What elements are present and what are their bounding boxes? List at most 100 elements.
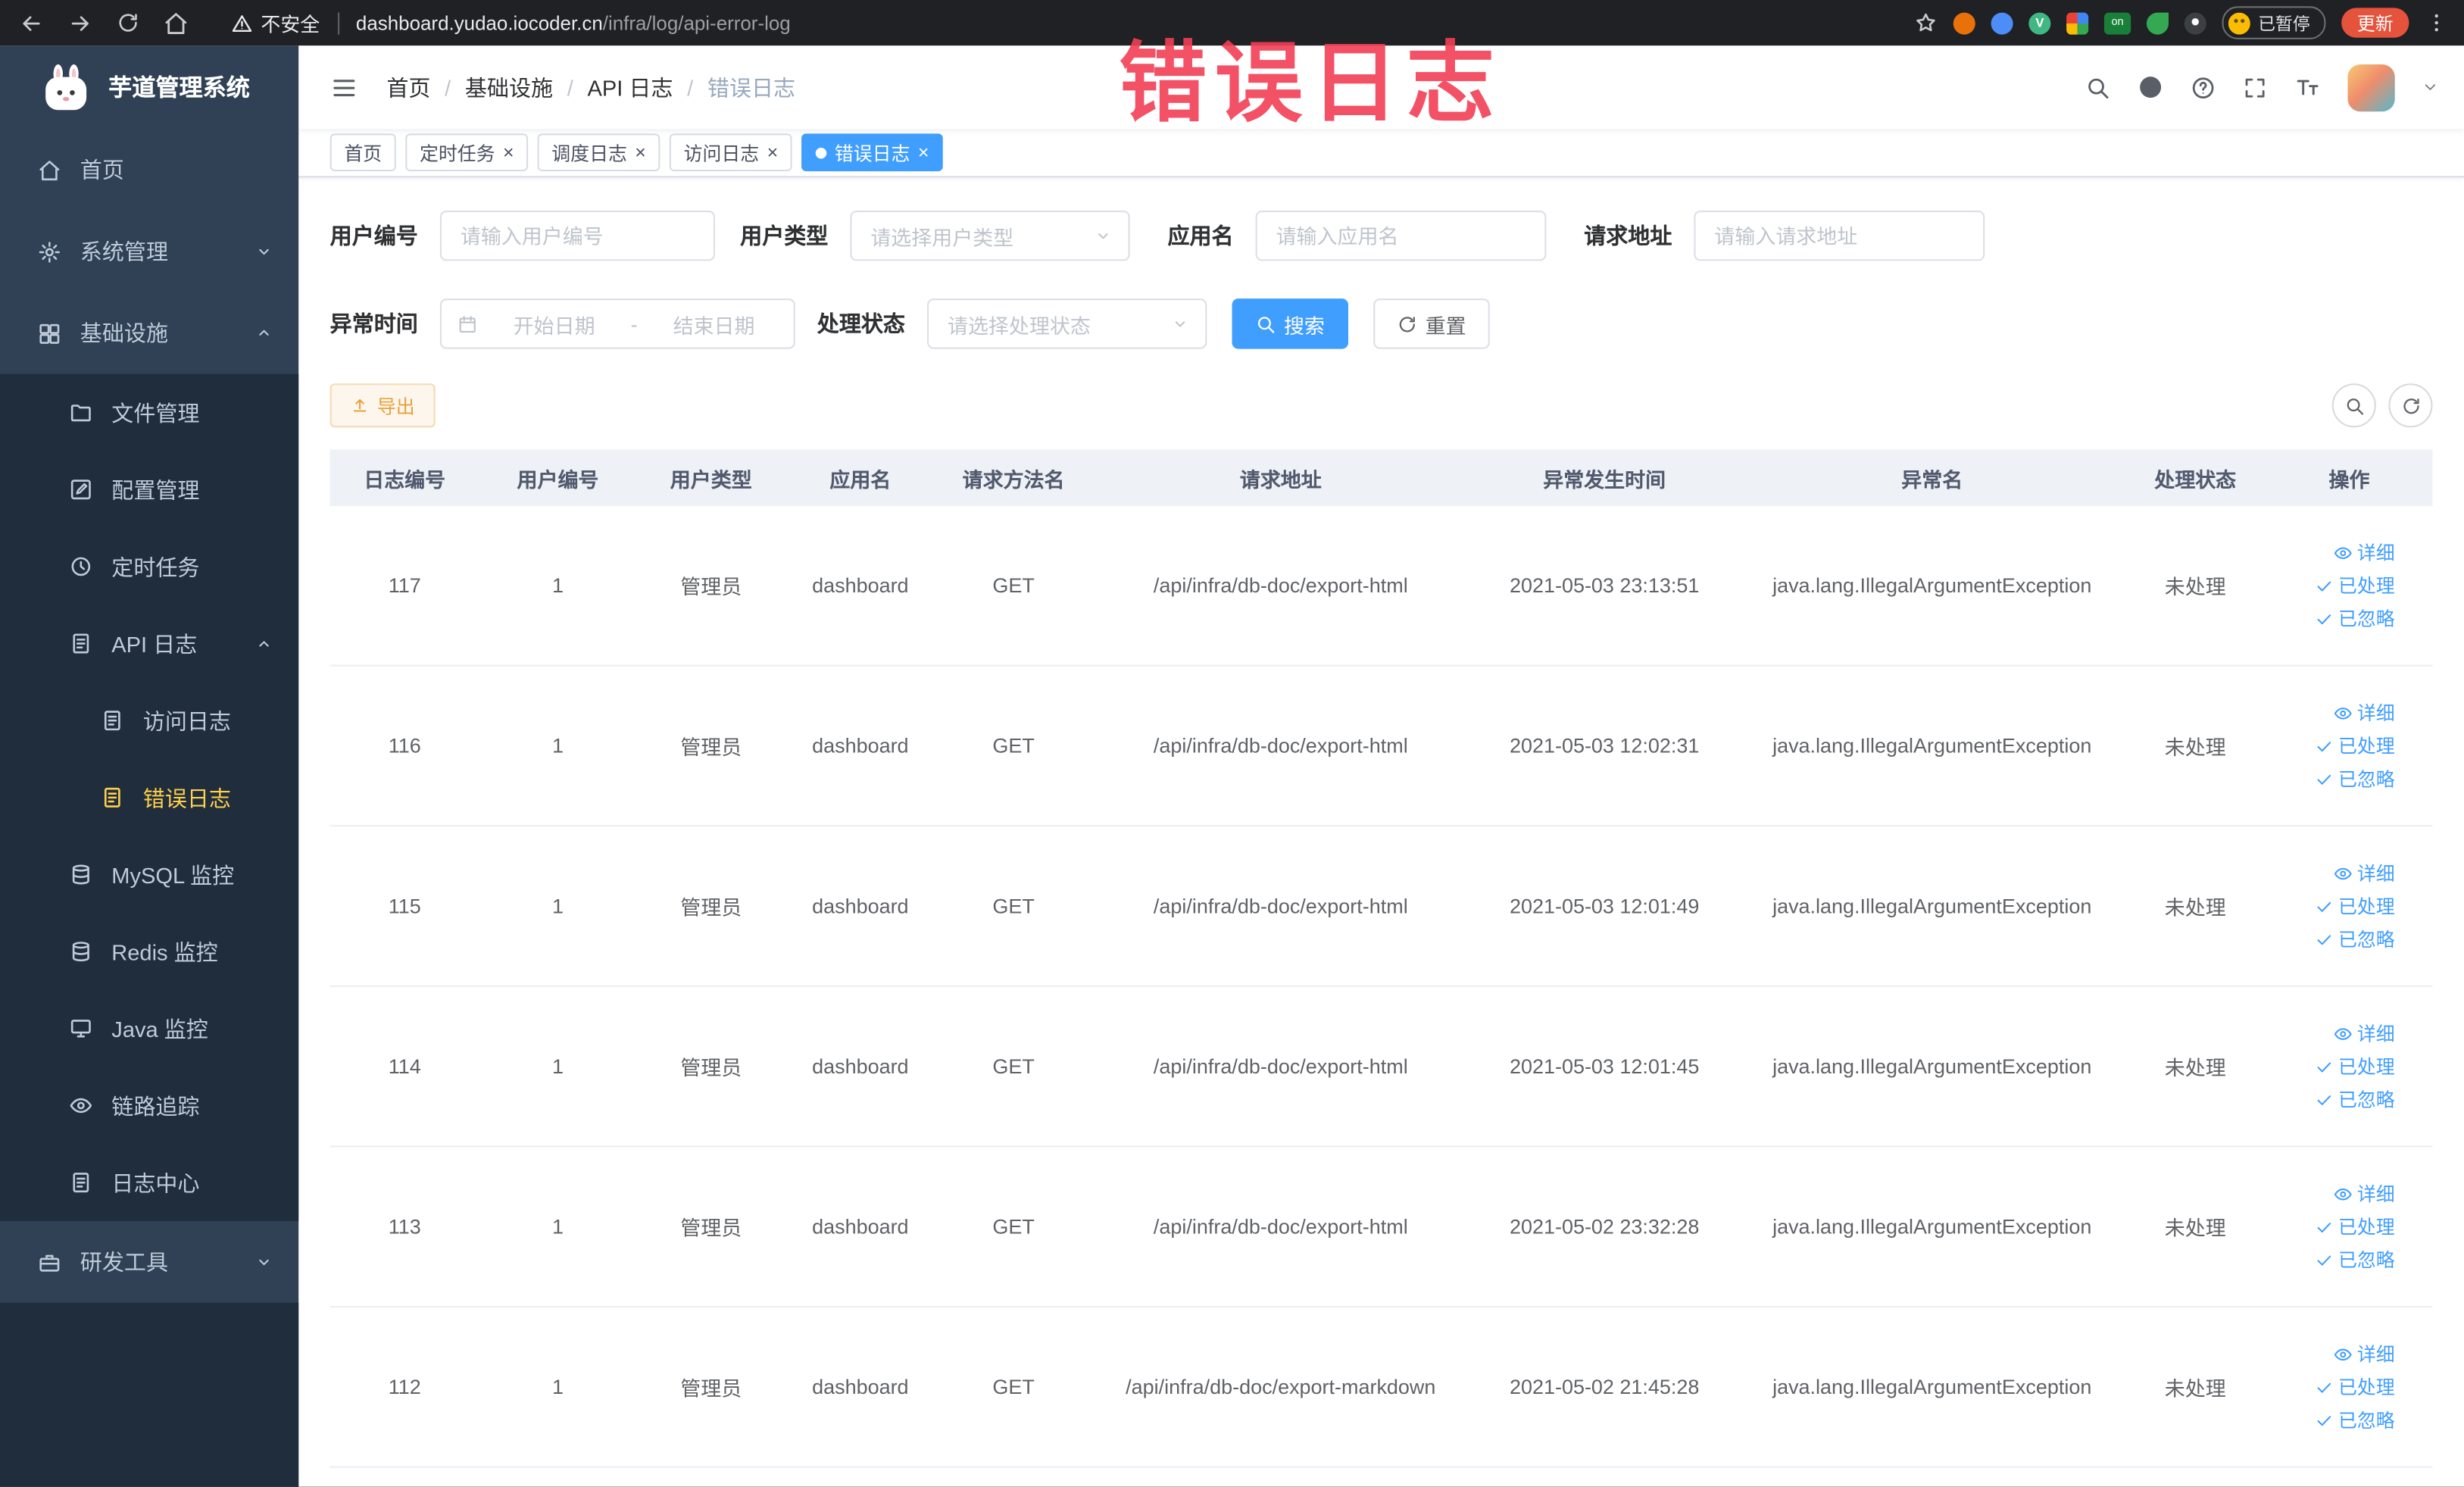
- search-button[interactable]: 搜索: [1232, 298, 1349, 349]
- detail-link[interactable]: 详细: [2334, 1180, 2395, 1207]
- close-icon[interactable]: ×: [767, 143, 779, 162]
- mark-processed-link[interactable]: 已处理: [2315, 733, 2395, 759]
- bookmark-star-icon[interactable]: [1914, 11, 1938, 35]
- mark-ignored-link[interactable]: 已忽略: [2315, 1086, 2395, 1113]
- address-bar[interactable]: dashboard.yudao.iocoder.cn/infra/log/api…: [356, 12, 791, 34]
- sidebar-item-home[interactable]: 首页: [0, 129, 298, 211]
- chrome-update-button[interactable]: 更新: [2341, 8, 2409, 38]
- extension-on-icon[interactable]: on: [2103, 11, 2131, 34]
- tag-dispatch-logs[interactable]: 调度日志 ×: [537, 133, 661, 172]
- detail-link[interactable]: 详细: [2334, 1020, 2395, 1046]
- extension-icon[interactable]: [1953, 11, 1975, 34]
- tag-scheduled-tasks[interactable]: 定时任务 ×: [405, 133, 529, 172]
- column-header: 日志编号: [364, 467, 446, 492]
- sidebar-item-log-center[interactable]: 日志中心: [0, 1144, 298, 1221]
- tag-home[interactable]: 首页: [329, 133, 396, 172]
- search-icon[interactable]: [2085, 75, 2110, 100]
- tag-access-logs[interactable]: 访问日志 ×: [669, 133, 792, 172]
- table-row: 112 1 管理员 dashboard GET /api/infra/db-do…: [329, 1307, 2433, 1468]
- refresh-table-button[interactable]: [2388, 383, 2433, 428]
- sidebar-item-scheduled-tasks[interactable]: 定时任务: [0, 528, 298, 605]
- fullscreen-icon[interactable]: [2242, 75, 2267, 100]
- sidebar-item-file-management[interactable]: 文件管理: [0, 374, 298, 451]
- browser-menu-icon[interactable]: [2425, 11, 2448, 35]
- sidebar-item-api-logs[interactable]: API 日志: [0, 605, 298, 683]
- sidebar-item-system[interactable]: 系统管理: [0, 211, 298, 292]
- date-range-picker[interactable]: 开始日期 - 结束日期: [439, 298, 795, 349]
- mark-ignored-link[interactable]: 已忽略: [2315, 605, 2395, 632]
- reload-icon[interactable]: [117, 11, 140, 35]
- user-id-input[interactable]: [439, 210, 715, 261]
- cell-actions: 详细 已处理 已忽略: [2266, 1307, 2433, 1467]
- export-button[interactable]: 导出: [329, 383, 436, 428]
- cell-app-name: dashboard: [812, 1054, 909, 1079]
- app-logo-row[interactable]: 芋道管理系统: [0, 45, 298, 129]
- font-size-icon[interactable]: [2294, 74, 2321, 101]
- profile-paused-chip[interactable]: 已暂停: [2222, 6, 2326, 39]
- sidebar-item-java-monitor[interactable]: Java 监控: [0, 990, 298, 1067]
- cell-user-id: 1: [551, 1375, 564, 1399]
- detail-label: 详细: [2356, 1343, 2395, 1366]
- tag-error-logs[interactable]: 错误日志 ×: [801, 133, 944, 172]
- cell-exception-name: java.lang.IllegalArgumentException: [1772, 894, 2092, 918]
- detail-link[interactable]: 详细: [2334, 860, 2395, 886]
- eye-icon: [69, 1094, 92, 1117]
- close-icon[interactable]: ×: [503, 143, 514, 162]
- back-icon[interactable]: [19, 10, 44, 35]
- chevron-up-icon: [255, 634, 273, 653]
- sidebar-item-redis-monitor[interactable]: Redis 监控: [0, 913, 298, 990]
- sidebar-item-label: 错误日志: [142, 785, 231, 811]
- forward-icon[interactable]: [67, 10, 92, 35]
- user-type-select[interactable]: 请选择用户类型: [850, 210, 1130, 261]
- extension-leaf-icon[interactable]: [2146, 11, 2169, 34]
- app-logo: [41, 62, 91, 112]
- detail-link[interactable]: 详细: [2334, 1341, 2395, 1367]
- mark-processed-link[interactable]: 已处理: [2315, 1053, 2395, 1079]
- close-icon[interactable]: ×: [918, 143, 929, 162]
- mark-processed-link[interactable]: 已处理: [2315, 1214, 2395, 1240]
- detail-link[interactable]: 详细: [2334, 699, 2395, 726]
- extension-icon[interactable]: [1991, 11, 2013, 34]
- home-icon[interactable]: [164, 10, 189, 35]
- close-icon[interactable]: ×: [635, 143, 646, 162]
- process-status-select[interactable]: 请选择处理状态: [927, 298, 1207, 349]
- cell-process-status: 未处理: [2164, 735, 2226, 760]
- breadcrumb-item[interactable]: API 日志: [587, 71, 673, 102]
- sidebar-item-error-logs[interactable]: 错误日志: [0, 759, 298, 836]
- table-tools: [2331, 383, 2433, 428]
- help-icon[interactable]: [2191, 75, 2216, 100]
- github-icon[interactable]: [2137, 74, 2163, 101]
- site-security-chip[interactable]: 不安全: [231, 8, 320, 37]
- sidebar-toggle-button[interactable]: [330, 73, 358, 101]
- mark-ignored-link[interactable]: 已忽略: [2315, 1246, 2395, 1273]
- caret-down-icon[interactable]: [2422, 79, 2439, 96]
- toggle-search-button[interactable]: [2331, 383, 2376, 428]
- sidebar-item-dev-tools[interactable]: 研发工具: [0, 1221, 298, 1303]
- cell-user-id: 1: [551, 894, 564, 918]
- sidebar-item-mysql-monitor[interactable]: MySQL 监控: [0, 836, 298, 914]
- request-url-input[interactable]: [1694, 210, 1985, 261]
- vue-devtools-icon[interactable]: V: [2028, 11, 2051, 34]
- cell-app-name: dashboard: [812, 1214, 909, 1239]
- mark-ignored-link[interactable]: 已忽略: [2315, 1407, 2395, 1433]
- mark-processed-link[interactable]: 已处理: [2315, 572, 2395, 598]
- processed-label: 已处理: [2338, 1216, 2395, 1239]
- tag-label: 调度日志: [551, 142, 627, 164]
- mark-ignored-link[interactable]: 已忽略: [2315, 765, 2395, 792]
- sidebar-item-config-management[interactable]: 配置管理: [0, 451, 298, 528]
- breadcrumb-item[interactable]: 基础设施: [465, 71, 553, 102]
- sidebar-item-tracing[interactable]: 链路追踪: [0, 1067, 298, 1145]
- mark-processed-link[interactable]: 已处理: [2315, 892, 2395, 919]
- breadcrumb-item[interactable]: 首页: [386, 71, 430, 102]
- detail-link[interactable]: 详细: [2334, 539, 2395, 566]
- sidebar-item-infrastructure[interactable]: 基础设施: [0, 292, 298, 374]
- extension-grid-icon[interactable]: [2066, 11, 2089, 34]
- reset-button[interactable]: 重置: [1373, 298, 1490, 349]
- mark-ignored-link[interactable]: 已忽略: [2315, 926, 2395, 952]
- table-header-row: 日志编号 用户编号 用户类型 应用名 请求方法名 请求地址 异常发生时间 异常名…: [329, 449, 2433, 507]
- mark-processed-link[interactable]: 已处理: [2315, 1373, 2395, 1400]
- sidebar-item-access-logs[interactable]: 访问日志: [0, 682, 298, 759]
- app-name-input[interactable]: [1255, 210, 1547, 261]
- extensions-pin-icon[interactable]: [2184, 11, 2206, 34]
- user-avatar[interactable]: [2347, 64, 2395, 111]
